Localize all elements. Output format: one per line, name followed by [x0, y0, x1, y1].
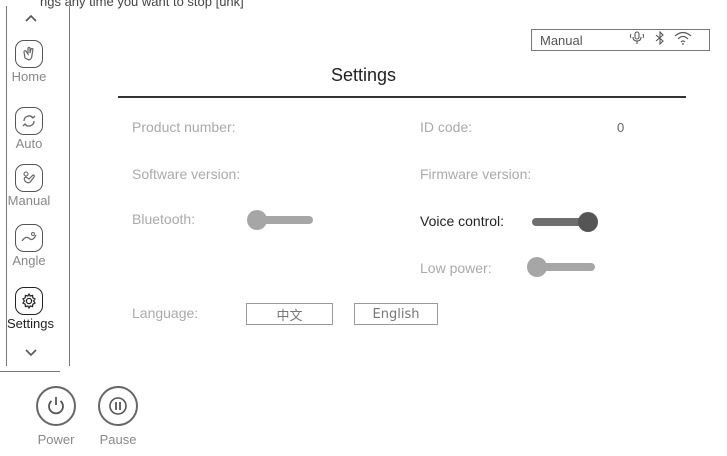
software-version-label: Software version:	[132, 166, 241, 182]
sidebar-item-auto[interactable]: Auto	[7, 107, 51, 151]
voice-icon	[628, 30, 646, 50]
power-icon	[36, 386, 76, 426]
gear-icon	[15, 287, 43, 315]
status-mode: Manual	[540, 32, 583, 48]
wifi-icon	[674, 31, 692, 50]
pause-label: Pause	[99, 432, 137, 447]
hand-icon	[15, 40, 43, 68]
toggle-knob	[527, 257, 547, 277]
sidebar-item-angle[interactable]: Angle	[7, 224, 51, 268]
sidebar: Home Auto Manual Angle Settings	[6, 6, 70, 366]
voice-control-toggle[interactable]	[532, 212, 598, 232]
top-partial-text: ngs any time you want to stop [unk]	[40, 0, 244, 9]
sidebar-item-label: Settings	[7, 316, 54, 331]
bluetooth-label: Bluetooth:	[132, 211, 196, 227]
pause-icon	[98, 386, 138, 426]
angle-icon	[15, 224, 43, 252]
voice-control-label: Voice control:	[420, 213, 505, 229]
power-button[interactable]: Power	[33, 386, 79, 447]
top-strip: ngs any time you want to stop [unk]	[0, 0, 727, 11]
firmware-version-label: Firmware version:	[420, 166, 532, 182]
toggle-knob	[247, 210, 267, 230]
toggle-knob	[578, 212, 598, 232]
auto-cycle-icon	[15, 107, 43, 135]
product-number-label: Product number:	[132, 119, 236, 135]
chevron-down-icon[interactable]	[25, 349, 37, 357]
power-label: Power	[37, 432, 75, 447]
sidebar-item-label: Manual	[7, 193, 51, 208]
page-title: Settings	[330, 65, 397, 85]
title-divider	[118, 96, 686, 98]
sidebar-divider	[0, 371, 60, 372]
bluetooth-toggle[interactable]	[247, 210, 313, 230]
id-code-label: ID code:	[420, 119, 473, 135]
low-power-label: Low power:	[420, 260, 492, 276]
pause-button[interactable]: Pause	[95, 386, 141, 447]
sidebar-item-settings[interactable]: Settings	[7, 287, 54, 331]
chevron-up-icon[interactable]	[25, 14, 37, 22]
manual-touch-icon	[15, 164, 43, 192]
sidebar-item-manual[interactable]: Manual	[7, 164, 51, 208]
id-code-value: 0	[617, 120, 625, 135]
sidebar-item-label: Auto	[15, 136, 43, 151]
low-power-toggle[interactable]	[527, 257, 595, 277]
language-label: Language:	[132, 305, 199, 321]
bluetooth-icon	[654, 30, 666, 50]
sidebar-item-label: Angle	[12, 253, 46, 268]
status-box: Manual	[531, 29, 710, 51]
language-chinese-button[interactable]: 中文	[246, 303, 333, 325]
language-english-button[interactable]: English	[354, 303, 438, 325]
